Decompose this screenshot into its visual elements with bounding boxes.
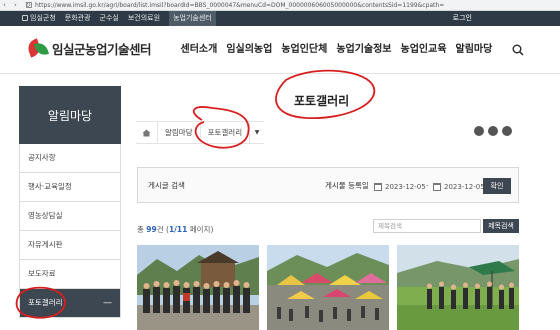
- page-suffix: 페이지): [187, 225, 214, 234]
- home-icon: [22, 15, 28, 21]
- breadcrumb: 알림마당 포토갤러리 ▼: [136, 121, 265, 144]
- sidebar-item-photo-gallery[interactable]: 포토갤러리 —: [19, 289, 121, 318]
- date-to-value: 2023-12-05: [444, 182, 485, 191]
- breadcrumb-home[interactable]: [136, 122, 158, 143]
- sidebar-menu: 공지사항 행사·교육일정 영농상담실 자유게시판 보도자료 포토갤러리 —: [19, 144, 121, 318]
- search-panel-label: 게시글 검색: [148, 181, 185, 190]
- logo-text: 임실군농업기술센터: [52, 41, 152, 57]
- sidebar-item-free-board[interactable]: 자유게시판: [19, 231, 121, 260]
- nav-item-groups[interactable]: 농업인단체: [277, 26, 332, 74]
- group-photo-image: [137, 245, 259, 330]
- date-filter-label: 게시물 등록일: [325, 181, 369, 190]
- gallery-photo-1[interactable]: [137, 245, 259, 330]
- browser-address-bar: ‹ › ↻ https://www.imsil.go.kr/agri/board…: [0, 0, 560, 11]
- search-panel: 게시글 검색 게시물 등록일 2023-12-05 - 2023-12-05 확…: [137, 167, 519, 203]
- sidebar-item-events[interactable]: 행사·교육일정: [19, 173, 121, 202]
- sidebar-item-consulting[interactable]: 영농상담실: [19, 202, 121, 231]
- gallery-photo-2[interactable]: [267, 245, 389, 330]
- nav-item-tech-info[interactable]: 농업기술정보: [332, 26, 396, 74]
- nav-item-education[interactable]: 농업인교육: [396, 26, 451, 74]
- breadcrumb-item-notice[interactable]: 알림마당: [158, 122, 201, 143]
- utility-bar: 임실군청 문화관광 군수실 보건의료원 농업기술센터 로그인: [0, 11, 560, 26]
- search-icon[interactable]: [512, 44, 524, 56]
- field-visit-photo-image: [397, 245, 519, 330]
- utility-link-mayor[interactable]: 군수실: [100, 11, 119, 26]
- total-number: 99: [146, 225, 157, 234]
- sidebar-heading: 알림마당: [19, 86, 121, 144]
- bookmark-icon[interactable]: [502, 126, 512, 136]
- total-suffix: 건: [156, 225, 164, 234]
- nav-item-agriculture[interactable]: 임실의농업: [222, 26, 277, 74]
- total-prefix: 총: [137, 225, 147, 234]
- share-buttons: [474, 126, 512, 136]
- site-logo[interactable]: 임실군농업기술센터: [25, 38, 152, 58]
- date-from-value: 2023-12-05: [385, 182, 426, 191]
- browser-url[interactable]: https://www.imsil.go.kr/agri/board/list.…: [35, 0, 555, 11]
- main-nav: 센터소개 임실의농업 농업인단체 농업기술정보 농업인교육 알림마당: [176, 26, 497, 74]
- lock-icon: [26, 2, 32, 8]
- chevron-down-icon[interactable]: ▼: [250, 122, 264, 143]
- breadcrumb-item-current[interactable]: 포토갤러리: [201, 122, 251, 143]
- sidebar-item-notice[interactable]: 공지사항: [19, 144, 121, 173]
- share-icon[interactable]: [474, 126, 484, 136]
- date-from-field[interactable]: 2023-12-05: [374, 180, 426, 193]
- confirm-button[interactable]: 확인: [483, 178, 511, 194]
- sidebar-item-press[interactable]: 보도자료: [19, 260, 121, 289]
- utility-link-culture[interactable]: 문화관광: [65, 11, 91, 26]
- login-link[interactable]: 로그인: [453, 11, 472, 26]
- site-header: 임실군농업기술센터 센터소개 임실의농업 농업인단체 농업기술정보 농업인교육 …: [0, 26, 560, 74]
- calendar-icon[interactable]: [374, 182, 382, 191]
- sidebar-item-label: 포토갤러리: [28, 298, 63, 307]
- sidebar-heading-label: 알림마당: [47, 108, 93, 123]
- utility-link-agri[interactable]: 농업기술센터: [169, 11, 216, 26]
- total-count: 총 99건 (1/11 페이지): [137, 224, 213, 235]
- collapse-minus-icon: —: [103, 298, 112, 308]
- page-info: 1/11: [168, 225, 188, 234]
- utility-link-county[interactable]: 임실군청: [22, 11, 56, 26]
- keyword-search-button[interactable]: 제목검색: [483, 219, 519, 233]
- calendar-icon[interactable]: [433, 182, 441, 191]
- page-title: 포토갤러리: [294, 94, 350, 108]
- print-icon[interactable]: [488, 126, 498, 136]
- utility-link-label: 임실군청: [30, 14, 56, 22]
- gallery-photo-3[interactable]: [397, 245, 519, 330]
- keyword-input[interactable]: 제목검색: [373, 219, 481, 233]
- nav-item-notice[interactable]: 알림마당: [451, 26, 497, 74]
- date-separator: -: [426, 182, 429, 190]
- nav-item-center[interactable]: 센터소개: [176, 26, 222, 74]
- date-to-field[interactable]: 2023-12-05: [433, 180, 485, 193]
- logo-emblem-icon: [25, 38, 50, 58]
- festival-photo-image: [267, 245, 389, 330]
- home-icon: [142, 129, 151, 136]
- utility-links: 임실군청 문화관광 군수실 보건의료원 농업기술센터: [22, 11, 216, 26]
- utility-link-health[interactable]: 보건의료원: [128, 11, 160, 26]
